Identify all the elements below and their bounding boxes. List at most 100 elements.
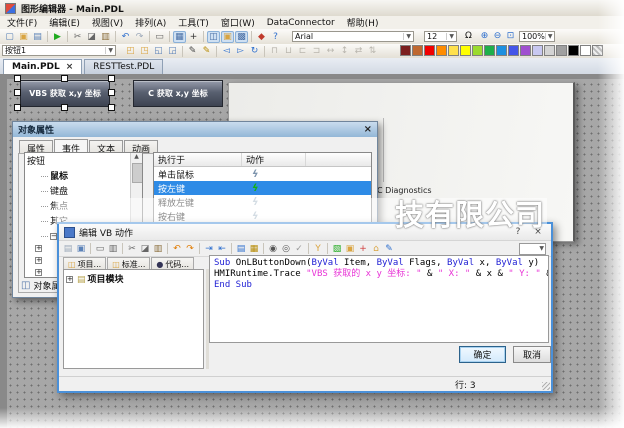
canvas-button-vbs[interactable]: VBS 获取 x,y 坐标 — [20, 80, 110, 107]
help-button[interactable]: ? — [510, 227, 526, 237]
selection-handle[interactable] — [108, 104, 115, 111]
font-size-select[interactable]: 12 ▼ — [424, 31, 457, 42]
menu-item[interactable]: 窗口(W) — [221, 16, 255, 29]
folder-icon[interactable]: ▣ — [221, 30, 234, 43]
tree-item[interactable]: 鼠标 — [39, 168, 142, 183]
same-height-icon[interactable]: ↕ — [338, 45, 351, 57]
run-icon[interactable]: ▶ — [51, 31, 64, 43]
color-swatch[interactable] — [556, 45, 567, 56]
check-icon[interactable]: ✓ — [293, 243, 305, 255]
grid-icon[interactable]: ▦ — [173, 30, 186, 43]
distribute-h-icon[interactable]: ⇄ — [352, 45, 365, 57]
menu-item[interactable]: DataConnector — [267, 18, 335, 28]
table-row[interactable]: 按左键 ϟ — [154, 181, 371, 195]
open-icon[interactable]: ▣ — [17, 31, 30, 43]
paste-icon[interactable]: ▥ — [152, 243, 164, 255]
help-icon[interactable]: ? — [269, 31, 282, 43]
edit-icon[interactable]: ✎ — [383, 243, 395, 255]
preview-icon[interactable]: ▥ — [107, 243, 119, 255]
tree-expand-icon[interactable]: + — [66, 276, 73, 283]
lightning-icon[interactable]: ϟ — [242, 169, 306, 180]
color-swatch[interactable] — [460, 45, 471, 56]
symbol-omega-button[interactable]: Ω — [462, 30, 475, 42]
menu-item[interactable]: 视图(V) — [92, 16, 123, 29]
menu-item[interactable]: 编辑(E) — [49, 16, 80, 29]
folder-icon[interactable]: ▣ — [344, 243, 356, 255]
faceplate-icon[interactable]: ◲ — [166, 45, 179, 57]
branch-icon[interactable]: Y — [312, 243, 324, 255]
same-width-icon[interactable]: ↔ — [324, 45, 337, 57]
align-right-icon[interactable]: ⊐ — [310, 45, 323, 57]
color-swatch[interactable] — [436, 45, 447, 56]
table-row[interactable]: 释放左键 ϟ — [154, 195, 371, 209]
column-header[interactable]: 执行于 — [154, 153, 242, 166]
color-swatch[interactable] — [508, 45, 519, 56]
editor-toolbar-select[interactable]: ▼ — [519, 242, 546, 255]
ungroup-icon[interactable]: ◳ — [138, 45, 151, 57]
zoom-region-icon[interactable]: ⊡ — [504, 30, 517, 42]
dialog-title-bar[interactable]: 对象属性 × — [13, 122, 377, 137]
import-icon[interactable]: ▣ — [75, 243, 87, 255]
pattern-swatch[interactable] — [592, 45, 603, 56]
close-icon[interactable]: × — [364, 124, 372, 135]
rotate-icon[interactable]: ↻ — [248, 45, 261, 57]
selection-handle[interactable] — [61, 104, 68, 111]
table-row[interactable]: 按右键 ϟ — [154, 209, 371, 223]
color-swatch[interactable] — [520, 45, 531, 56]
lightning-icon[interactable]: ϟ — [242, 183, 306, 194]
panes-icon[interactable]: ◫ — [207, 30, 220, 43]
lightning-icon[interactable]: ϟ — [242, 211, 306, 222]
align-top-icon[interactable]: ⊓ — [268, 45, 281, 57]
code-editor[interactable]: Sub OnLButtonDown(ByVal Item, ByVal Flag… — [209, 255, 549, 343]
new-icon[interactable]: ▢ — [3, 31, 16, 43]
color-swatch[interactable] — [532, 45, 543, 56]
color-swatch[interactable] — [580, 45, 591, 56]
cut-icon[interactable]: ✂ — [71, 31, 84, 43]
undo-icon[interactable]: ↶ — [119, 31, 132, 43]
selection-handle[interactable] — [14, 75, 21, 82]
menu-item[interactable]: 工具(T) — [178, 16, 209, 29]
objects-icon[interactable]: ▧ — [331, 243, 343, 255]
color-swatch[interactable] — [496, 45, 507, 56]
color-swatch[interactable] — [424, 45, 435, 56]
brush-icon[interactable]: ✎ — [200, 45, 213, 57]
tree-item[interactable]: 键盘 — [39, 183, 142, 198]
color-swatch[interactable] — [412, 45, 423, 56]
comment-icon[interactable]: ▤ — [235, 243, 247, 255]
project-module-tree[interactable]: + ▤ 项目模块 — [63, 269, 204, 369]
selection-handle[interactable] — [61, 75, 68, 82]
selection-handle[interactable] — [108, 89, 115, 96]
tree-collapse-icon[interactable]: − — [50, 233, 57, 240]
color-swatch[interactable] — [568, 45, 579, 56]
redo-icon[interactable]: ↷ — [133, 31, 146, 43]
home-icon[interactable]: ⌂ — [370, 243, 382, 255]
canvas-button-c[interactable]: C 获取 x,y 坐标 — [133, 80, 223, 107]
flip-v-icon[interactable]: ▻ — [234, 45, 247, 57]
menu-item[interactable]: 排列(A) — [135, 16, 166, 29]
table-row[interactable]: 单击鼠标 ϟ — [154, 167, 371, 181]
print-icon[interactable]: ▭ — [94, 243, 106, 255]
tree-expand-icon[interactable]: + — [35, 257, 42, 264]
selection-handle[interactable] — [14, 89, 21, 96]
ok-button[interactable]: 确定 — [459, 346, 506, 363]
distribute-v-icon[interactable]: ⇅ — [366, 45, 379, 57]
close-icon[interactable]: × — [530, 227, 546, 237]
uncomment-icon[interactable]: ▦ — [248, 243, 260, 255]
color-swatch[interactable] — [400, 45, 411, 56]
tree-root[interactable]: 按钮 — [25, 153, 142, 168]
zoom-out-icon[interactable]: ⊖ — [491, 30, 504, 42]
undo-icon[interactable]: ↶ — [171, 243, 183, 255]
font-family-select[interactable]: Arial ▼ — [292, 31, 414, 42]
color-swatch[interactable] — [472, 45, 483, 56]
zoom-level-select[interactable]: 100% ▼ — [519, 31, 555, 42]
indent-icon[interactable]: ⇥ — [203, 243, 215, 255]
copy-icon[interactable]: ◪ — [139, 243, 151, 255]
flip-h-icon[interactable]: ◅ — [220, 45, 233, 57]
dialog-title-bar[interactable]: 编辑 VB 动作 ? × — [59, 224, 551, 241]
tree-expand-icon[interactable]: + — [35, 245, 42, 252]
save-icon[interactable]: ▤ — [31, 31, 44, 43]
print-icon[interactable]: ▭ — [153, 31, 166, 43]
document-tab[interactable]: RESTTest.PDL — [84, 59, 164, 74]
add-icon[interactable]: + — [357, 243, 369, 255]
color-swatch[interactable] — [484, 45, 495, 56]
